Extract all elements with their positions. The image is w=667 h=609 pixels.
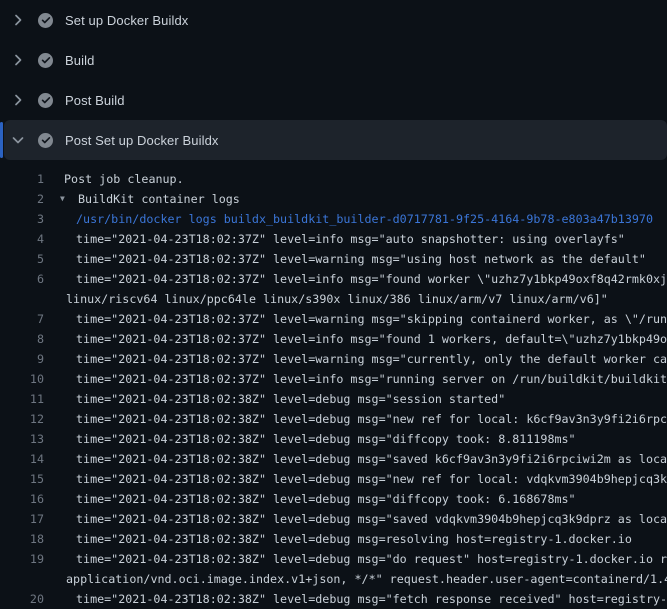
log-line-number[interactable]: 14 <box>0 449 44 469</box>
log-line-number[interactable]: 13 <box>0 429 44 449</box>
log-line-number[interactable]: 12 <box>0 409 44 429</box>
log-line: 1 Post job cleanup. <box>0 169 667 189</box>
log-line-number[interactable]: 5 <box>0 249 44 269</box>
log-line-number[interactable]: 8 <box>0 329 44 349</box>
log-line: 10 time="2021-04-23T18:02:37Z" level=inf… <box>0 369 667 389</box>
log-line-number[interactable]: 11 <box>0 389 44 409</box>
log-line-text: BuildKit container logs <box>78 189 240 209</box>
log-line-number[interactable]: 19 <box>0 549 44 569</box>
step-title: Set up Docker Buildx <box>65 13 188 28</box>
log-line-number[interactable]: 18 <box>0 529 44 549</box>
log-line-text: time="2021-04-23T18:02:37Z" level=warnin… <box>76 349 667 369</box>
log-line-text: time="2021-04-23T18:02:38Z" level=debug … <box>76 529 632 549</box>
log-line-number[interactable]: 1 <box>0 169 44 189</box>
log-line-number[interactable]: 15 <box>0 469 44 489</box>
log-line-text: time="2021-04-23T18:02:38Z" level=debug … <box>76 409 667 429</box>
log-line-number[interactable]: 17 <box>0 509 44 529</box>
log-line: 9 time="2021-04-23T18:02:37Z" level=warn… <box>0 349 667 369</box>
log-line-text: time="2021-04-23T18:02:37Z" level=warnin… <box>76 309 667 329</box>
log-line-number[interactable]: 3 <box>0 209 44 229</box>
log-line-text: time="2021-04-23T18:02:38Z" level=debug … <box>76 429 576 449</box>
log-line-text: Post job cleanup. <box>64 169 184 189</box>
log-line-number[interactable]: 7 <box>0 309 44 329</box>
step-row[interactable]: Post Build <box>0 80 667 120</box>
log-line: 16 time="2021-04-23T18:02:38Z" level=deb… <box>0 489 667 509</box>
step-row[interactable]: Post Set up Docker Buildx <box>4 120 667 160</box>
chevron-right-icon <box>10 12 26 28</box>
step-title: Build <box>65 53 94 68</box>
log-line: 18 time="2021-04-23T18:02:38Z" level=deb… <box>0 529 667 549</box>
check-circle-icon <box>38 93 53 108</box>
log-line-text: time="2021-04-23T18:02:38Z" level=debug … <box>76 389 505 409</box>
log-line: 8 time="2021-04-23T18:02:37Z" level=info… <box>0 329 667 349</box>
log-line-text: time="2021-04-23T18:02:37Z" level=warnin… <box>76 249 646 269</box>
log-line-text: time="2021-04-23T18:02:38Z" level=debug … <box>76 469 667 489</box>
log-line-text: time="2021-04-23T18:02:38Z" level=debug … <box>76 489 576 509</box>
log-line: 12 time="2021-04-23T18:02:38Z" level=deb… <box>0 409 667 429</box>
log-line-text: time="2021-04-23T18:02:37Z" level=info m… <box>76 269 667 289</box>
log-line-number[interactable] <box>0 569 44 589</box>
log-line: 17 time="2021-04-23T18:02:38Z" level=deb… <box>0 509 667 529</box>
check-circle-icon <box>38 53 53 68</box>
chevron-right-icon <box>10 52 26 68</box>
log-line: 11 time="2021-04-23T18:02:38Z" level=deb… <box>0 389 667 409</box>
step-row[interactable]: Build <box>0 40 667 80</box>
check-circle-icon <box>38 133 53 148</box>
chevron-down-icon <box>10 132 26 148</box>
group-collapse-icon[interactable]: ▼ <box>60 189 78 209</box>
command-line: /usr/bin/docker logs buildx_buildkit_bui… <box>76 209 653 229</box>
log-line: 6 time="2021-04-23T18:02:37Z" level=info… <box>0 269 667 289</box>
log-line-number[interactable]: 9 <box>0 349 44 369</box>
log-line-text: time="2021-04-23T18:02:38Z" level=debug … <box>76 549 667 569</box>
log-line-text: linux/riscv64 linux/ppc64le linux/s390x … <box>66 289 608 309</box>
log-line-text: time="2021-04-23T18:02:38Z" level=debug … <box>76 449 667 469</box>
log-line: 15 time="2021-04-23T18:02:38Z" level=deb… <box>0 469 667 489</box>
log-line: linux/riscv64 linux/ppc64le linux/s390x … <box>0 289 667 309</box>
check-circle-icon <box>38 13 53 28</box>
log-area: 1 Post job cleanup. 2 ▼ BuildKit contain… <box>0 160 667 609</box>
log-line: 7 time="2021-04-23T18:02:37Z" level=warn… <box>0 309 667 329</box>
log-line: 19 time="2021-04-23T18:02:38Z" level=deb… <box>0 549 667 569</box>
log-line: 5 time="2021-04-23T18:02:37Z" level=warn… <box>0 249 667 269</box>
log-line: 2 ▼ BuildKit container logs <box>0 189 667 209</box>
log-line-number[interactable] <box>0 289 44 309</box>
log-line-text: time="2021-04-23T18:02:38Z" level=debug … <box>76 509 667 529</box>
step-row[interactable]: Set up Docker Buildx <box>0 0 667 40</box>
chevron-right-icon <box>10 92 26 108</box>
log-line: application/vnd.oci.image.index.v1+json,… <box>0 569 667 589</box>
log-line-text: time="2021-04-23T18:02:37Z" level=info m… <box>76 329 667 349</box>
step-title: Post Build <box>65 93 125 108</box>
log-line: 3 /usr/bin/docker logs buildx_buildkit_b… <box>0 209 667 229</box>
log-line-number[interactable]: 6 <box>0 269 44 289</box>
steps-list: Set up Docker Buildx Build Post Build <box>0 0 667 160</box>
log-line: 14 time="2021-04-23T18:02:38Z" level=deb… <box>0 449 667 469</box>
log-line-number[interactable]: 4 <box>0 229 44 249</box>
log-line-number[interactable]: 2 <box>0 189 44 209</box>
log-line-text: time="2021-04-23T18:02:37Z" level=info m… <box>76 229 625 249</box>
log-line-number[interactable]: 20 <box>0 589 44 609</box>
step-title: Post Set up Docker Buildx <box>65 133 219 148</box>
log-line: 20 time="2021-04-23T18:02:38Z" level=deb… <box>0 589 667 609</box>
log-line-text: time="2021-04-23T18:02:37Z" level=info m… <box>76 369 667 389</box>
actions-log-viewer: Set up Docker Buildx Build Post Build <box>0 0 667 609</box>
log-line-number[interactable]: 10 <box>0 369 44 389</box>
log-line-text: time="2021-04-23T18:02:38Z" level=debug … <box>76 589 667 609</box>
log-line-text: application/vnd.oci.image.index.v1+json,… <box>66 569 667 589</box>
log-line-number[interactable]: 16 <box>0 489 44 509</box>
log-line: 13 time="2021-04-23T18:02:38Z" level=deb… <box>0 429 667 449</box>
log-line: 4 time="2021-04-23T18:02:37Z" level=info… <box>0 229 667 249</box>
